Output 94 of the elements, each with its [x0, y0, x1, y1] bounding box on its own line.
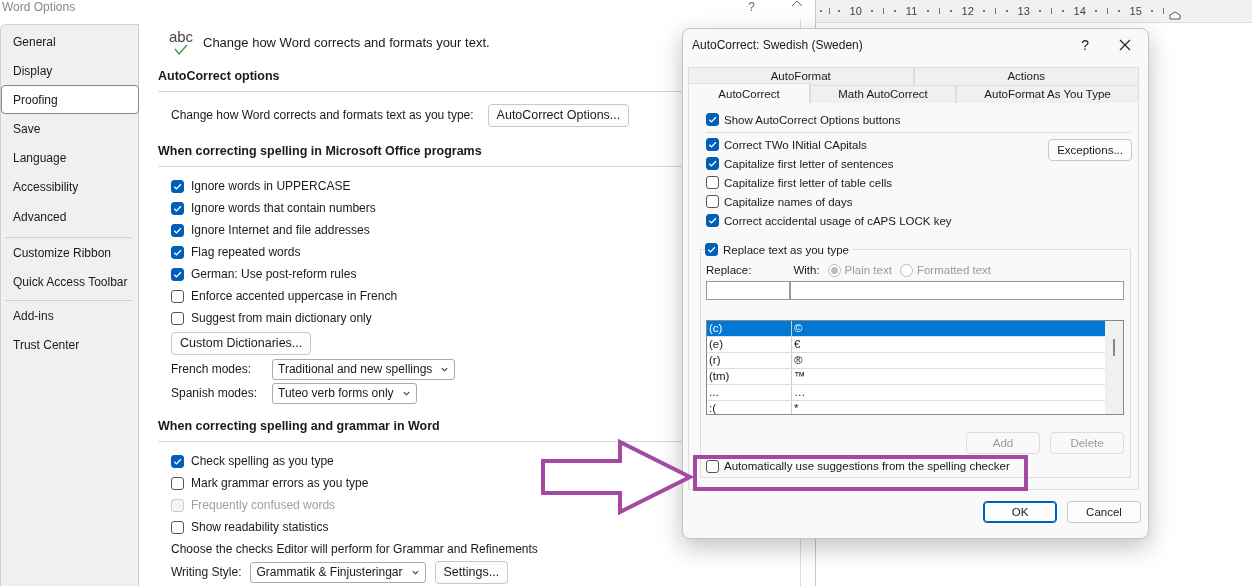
checkbox[interactable] [171, 289, 184, 303]
tab[interactable]: Math AutoCorrect [810, 85, 957, 103]
dropdown-label: Writing Style: [171, 565, 242, 579]
checkbox-label: Mark grammar errors as you type [191, 476, 369, 490]
sidebar-item[interactable]: Proofing [1, 85, 139, 114]
dropdown-label: French modes: [171, 362, 253, 376]
replace-field[interactable] [706, 281, 790, 300]
option-label: Choose the checks Editor will perform for Grammar and Refinements [171, 542, 538, 556]
checkbox-label: Flag repeated words [191, 245, 301, 259]
ruler-number: 11 [905, 5, 918, 17]
sidebar-item[interactable]: Language [1, 143, 139, 172]
sidebar-item[interactable]: Accessibility [1, 172, 139, 201]
dropdown[interactable]: Tuteo verb forms only [272, 382, 417, 404]
sidebar-item[interactable]: Display [1, 56, 139, 85]
sidebar-item[interactable]: Quick Access Toolbar [1, 267, 133, 296]
list-row[interactable]: (r) ® [707, 353, 1105, 369]
ruler-number: 10 [849, 5, 862, 17]
list-row[interactable]: ... … [707, 385, 1105, 401]
checkbox[interactable] [706, 176, 719, 189]
checkbox[interactable] [706, 459, 719, 473]
radio-label: Formatted text [916, 264, 992, 276]
with-field[interactable] [790, 281, 1124, 300]
checkbox[interactable] [171, 520, 184, 534]
checkbox[interactable] [706, 195, 719, 208]
checkbox-label: Correct accidental usage of cAPS LOCK key [724, 214, 952, 227]
dropdown[interactable]: Traditional and new spellings [272, 358, 456, 380]
close-icon[interactable] [1119, 39, 1131, 51]
checkbox[interactable] [171, 267, 184, 281]
checkbox-label: Automatically use suggestions from the spelling checker [724, 460, 1010, 472]
ruler-number: 15 [1129, 5, 1142, 17]
sidebar-item[interactable]: Trust Center [1, 330, 133, 359]
tab[interactable]: AutoFormat As You Type [956, 85, 1139, 103]
field-label: Replace: [706, 264, 752, 276]
checkbox[interactable] [171, 454, 184, 468]
checkbox[interactable] [706, 214, 719, 227]
page-heading: Change how Word corrects and formats your text. [203, 35, 490, 50]
radio-button[interactable] [899, 263, 913, 277]
radio-button[interactable] [827, 263, 841, 277]
scrollbar[interactable] [1105, 321, 1123, 414]
list-row[interactable]: (e) € [707, 337, 1105, 353]
ruler-number: 12 [961, 5, 974, 17]
dropdown[interactable]: Grammatik & Finjusteringar [250, 561, 426, 583]
exceptions-button[interactable]: Exceptions... [1048, 139, 1132, 161]
ruler-number: 13 [1017, 5, 1030, 17]
help-button[interactable]: ? [748, 0, 755, 14]
checkbox[interactable] [706, 138, 719, 151]
option-label: Change how Word corrects and formats text as you type: [171, 108, 474, 122]
checkbox[interactable] [705, 243, 718, 256]
checkbox-label: Check spelling as you type [191, 454, 334, 468]
checkbox[interactable] [171, 179, 184, 193]
checkbox[interactable] [171, 311, 184, 325]
sidebar-item[interactable]: Advanced [1, 201, 139, 233]
checkbox[interactable] [171, 476, 184, 490]
tab[interactable]: AutoFormat [688, 67, 914, 85]
checkbox-label: Ignore Internet and file addresses [191, 223, 370, 237]
list-row[interactable]: (tm) ™ [707, 369, 1105, 385]
checkbox-label: Frequently confused words [191, 498, 336, 512]
checkbox-label: Capitalize first letter of table cells [724, 176, 893, 189]
help-button[interactable]: ? [1081, 37, 1089, 53]
checkbox[interactable] [706, 157, 719, 170]
field-label: With: [793, 264, 820, 276]
dropdown-label: Spanish modes: [171, 386, 259, 400]
checkbox-label: Show AutoCorrect Options buttons [724, 113, 901, 126]
checkbox-label: Ignore words in UPPERCASE [191, 179, 351, 193]
dialog-title: AutoCorrect: Swedish (Sweden) [692, 38, 863, 52]
checkbox[interactable] [171, 223, 184, 237]
window-title: Word Options [2, 0, 76, 14]
checkbox-label: Replace text as you type [723, 243, 849, 256]
radio-label: Plain text [844, 264, 892, 276]
checkbox[interactable] [171, 201, 184, 215]
icon-text: abc [168, 29, 194, 44]
ok-button[interactable]: OK [983, 501, 1057, 523]
checkbox-label: German: Use post-reform rules [191, 267, 357, 281]
checkbox[interactable] [706, 113, 719, 126]
tab[interactable]: Actions [913, 67, 1139, 85]
sidebar-item[interactable]: Save [1, 114, 139, 143]
custom-dictionaries-button[interactable]: Custom Dictionaries... [171, 331, 312, 355]
settings-button[interactable]: Settings... [434, 560, 509, 584]
sidebar-item[interactable]: General [1, 27, 139, 56]
ruler-number: 14 [1073, 5, 1086, 17]
checkbox-label: Enforce accented uppercase in French [191, 289, 398, 303]
checkbox-label: Suggest from main dictionary only [191, 311, 372, 325]
checkbox-label: Ignore words that contain numbers [191, 201, 376, 215]
sidebar-item[interactable]: Add-ins [1, 301, 133, 330]
collapse-ribbon-icon[interactable] [791, 0, 803, 7]
tab[interactable]: AutoCorrect [688, 83, 810, 104]
autocorrect-options-button[interactable]: AutoCorrect Options... [487, 103, 630, 127]
checkbox-label: Capitalize names of days [724, 195, 853, 208]
checkbox[interactable] [171, 245, 184, 259]
checkbox-label: Show readability statistics [191, 520, 329, 534]
list-row[interactable]: (c) © [707, 321, 1105, 337]
indent-marker-icon[interactable] [1169, 10, 1181, 20]
cancel-button[interactable]: Cancel [1067, 501, 1141, 523]
sidebar-item[interactable]: Customize Ribbon [1, 238, 133, 267]
